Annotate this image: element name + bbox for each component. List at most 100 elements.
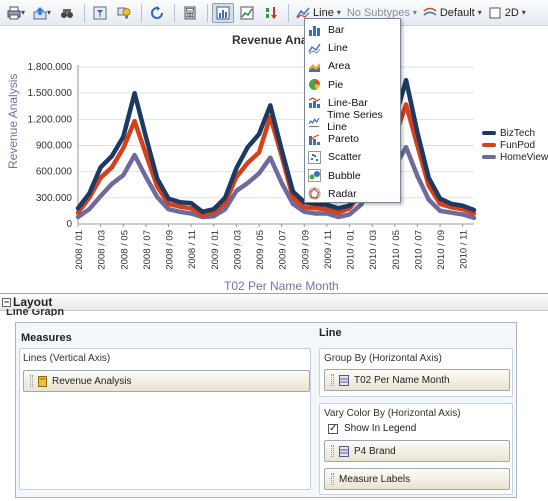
view-button[interactable] bbox=[56, 3, 78, 23]
chevron-down-icon: ▾ bbox=[412, 8, 417, 17]
measure-labels-label: Measure Labels bbox=[339, 473, 411, 485]
y-tick-label: 600.000 bbox=[36, 167, 73, 178]
y-tick-label: 900.000 bbox=[36, 141, 73, 152]
menu-item-radar[interactable]: Radar bbox=[305, 185, 400, 203]
menu-item-label: Pie bbox=[328, 78, 344, 91]
y-tick-label: 300.000 bbox=[36, 193, 73, 204]
measure-labels-item[interactable]: Measure Labels bbox=[324, 468, 510, 490]
menu-item-label: Area bbox=[328, 60, 351, 73]
legend-swatch bbox=[482, 155, 496, 159]
group-by-drop-zone[interactable]: Group By (Horizontal Axis) T02 Per Name … bbox=[319, 348, 513, 397]
vary-color-item[interactable]: P4 Brand bbox=[324, 440, 510, 462]
group-by-label: Group By (Horizontal Axis) bbox=[324, 353, 442, 364]
y-tick-label: 1.500.000 bbox=[28, 88, 73, 99]
menu-item-pie[interactable]: Pie bbox=[305, 76, 400, 94]
layout-title: Layout bbox=[13, 295, 53, 309]
sort-icon bbox=[266, 6, 278, 19]
table-view-toggle[interactable] bbox=[236, 3, 258, 23]
toolbar-divider bbox=[288, 3, 290, 22]
toolbar-divider bbox=[84, 3, 86, 22]
menu-item-scatter[interactable]: Scatter bbox=[305, 148, 400, 166]
calculator-button[interactable] bbox=[179, 3, 201, 23]
x-tick-label: 2008 / 09 bbox=[165, 230, 176, 270]
sort-button[interactable] bbox=[260, 3, 282, 23]
area-chart-icon bbox=[309, 62, 320, 72]
chart-view-toggle[interactable] bbox=[212, 2, 235, 23]
menu-item-bar[interactable]: Bar bbox=[305, 21, 400, 39]
drag-handle-icon[interactable] bbox=[331, 445, 334, 457]
drag-handle-icon[interactable] bbox=[331, 473, 334, 485]
line-chart: 0 300.000 600.000 900.000 1.200.000 1.500.000… bbox=[28, 62, 477, 270]
y-tick-label: 0 bbox=[66, 219, 72, 230]
x-tick-label: 2008 / 05 bbox=[119, 230, 130, 270]
drag-handle-icon[interactable] bbox=[30, 375, 33, 387]
dimension-label: 2D bbox=[504, 6, 519, 19]
show-in-legend-row: ✓ Show In Legend bbox=[328, 423, 416, 434]
time-series-icon bbox=[308, 117, 320, 127]
export-icon bbox=[33, 6, 47, 19]
toolbar-divider bbox=[141, 3, 143, 22]
binoculars-icon bbox=[61, 8, 74, 18]
x-tick-label: 2010 / 01 bbox=[346, 230, 357, 270]
measures-title: Measures bbox=[21, 332, 72, 344]
layout-panel: Measures Lines (Vertical Axis) Revenue A… bbox=[15, 322, 517, 498]
dimension-dropdown[interactable]: 2D ▾ bbox=[485, 3, 529, 23]
style-icon bbox=[423, 7, 437, 16]
show-in-legend-checkbox[interactable]: ✓ bbox=[328, 423, 338, 434]
style-dropdown[interactable]: Default ▾ bbox=[420, 3, 485, 23]
refresh-button[interactable] bbox=[146, 3, 168, 23]
toolbar-divider bbox=[174, 3, 176, 22]
table-chart-icon bbox=[240, 6, 254, 19]
chevron-down-icon: ▾ bbox=[21, 8, 26, 17]
menu-item-time-series-line[interactable]: Time Series Line bbox=[305, 109, 400, 134]
drag-handle-icon[interactable] bbox=[331, 374, 334, 386]
x-tick-label: 2009 / 11 bbox=[323, 230, 334, 269]
y-tick-label: 1.800.000 bbox=[28, 62, 73, 73]
filter-button[interactable] bbox=[89, 3, 111, 23]
revenue-analysis-measure[interactable]: Revenue Analysis bbox=[23, 370, 310, 392]
x-tick-label: 2009 / 01 bbox=[210, 230, 221, 270]
x-tick-label: 2008 / 07 bbox=[142, 230, 153, 270]
x-tick-label: 2009 / 07 bbox=[278, 230, 289, 270]
print-icon bbox=[7, 6, 21, 19]
x-tick-label: 2008 / 11 bbox=[187, 230, 198, 269]
x-tick-label: 2008 / 01 bbox=[74, 230, 85, 270]
layout-header[interactable]: − Layout bbox=[0, 293, 548, 311]
collapse-icon[interactable]: − bbox=[2, 297, 11, 307]
chart-icon bbox=[216, 6, 230, 19]
lines-label: Lines (Vertical Axis) bbox=[23, 353, 111, 364]
style-label: Default bbox=[439, 6, 475, 19]
lightbulb-icon bbox=[117, 7, 131, 18]
export-button[interactable]: ▾ bbox=[30, 3, 54, 23]
lines-drop-zone[interactable]: Lines (Vertical Axis) Revenue Analysis bbox=[19, 348, 311, 490]
chevron-down-icon: ▾ bbox=[336, 8, 341, 17]
x-tick-label: 2009 / 05 bbox=[255, 230, 266, 270]
menu-item-label: Pareto bbox=[328, 133, 359, 146]
menu-item-label: Line bbox=[328, 42, 348, 55]
line-section-title: Line bbox=[319, 327, 342, 339]
menu-item-bubble[interactable]: Bubble bbox=[305, 167, 400, 185]
pie-chart-icon bbox=[309, 79, 320, 91]
print-button[interactable]: ▾ bbox=[4, 3, 28, 23]
column-icon bbox=[339, 445, 349, 457]
radar-chart-icon bbox=[308, 187, 321, 200]
bar-chart-icon bbox=[309, 25, 320, 36]
group-by-item[interactable]: T02 Per Name Month bbox=[324, 369, 510, 391]
y-axis-title: Revenue Analysis bbox=[6, 73, 20, 169]
x-tick-label: 2010 / 09 bbox=[436, 230, 447, 270]
legend-item: FunPod bbox=[482, 139, 548, 151]
highlight-button[interactable] bbox=[113, 3, 135, 23]
vary-color-item-label: P4 Brand bbox=[354, 445, 396, 457]
x-tick-label: 2010 / 03 bbox=[368, 230, 379, 270]
legend-item: BizTech bbox=[482, 127, 548, 139]
y-tick-label: 1.200.000 bbox=[28, 114, 73, 125]
chart-legend: BizTech FunPod HomeView bbox=[482, 127, 548, 163]
menu-item-label: Radar bbox=[328, 187, 357, 200]
vary-color-drop-zone[interactable]: Vary Color By (Horizontal Axis) ✓ Show I… bbox=[319, 403, 513, 495]
menu-item-area[interactable]: Area bbox=[305, 57, 400, 75]
scatter-chart-icon bbox=[308, 150, 321, 164]
line-bar-chart-icon bbox=[308, 97, 321, 109]
menu-item-line[interactable]: Line bbox=[305, 39, 400, 57]
toolbar-divider bbox=[207, 3, 209, 22]
menu-item-label: Time Series Line bbox=[327, 109, 383, 134]
